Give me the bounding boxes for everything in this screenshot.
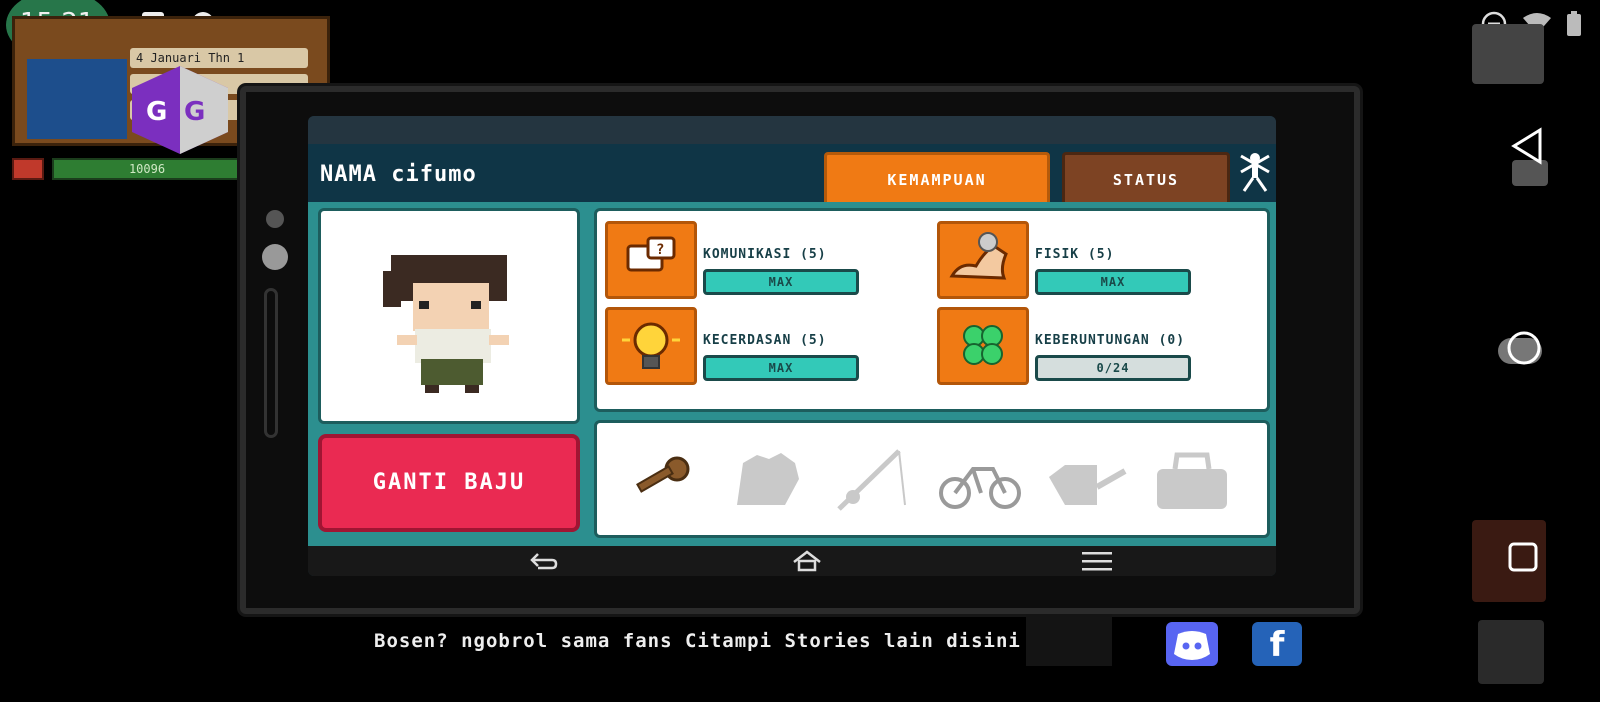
- glove-icon[interactable]: [723, 443, 813, 519]
- speech-bubble-icon: ?: [605, 221, 697, 299]
- skill-progress-bar: MAX: [703, 355, 859, 381]
- player-name: NAMA cifumo: [320, 162, 477, 187]
- items-panel: [594, 420, 1270, 538]
- skill-fisik: FISIK (5) MAX: [937, 221, 1257, 301]
- energy-icon: [12, 158, 44, 180]
- skill-progress-bar: 0/24: [1035, 355, 1191, 381]
- skill-label: KOMUNIKASI (5): [703, 247, 827, 262]
- skills-content: GANTI BAJU ? KOMUNIKASI (5) MAX FISIK (5…: [308, 202, 1276, 546]
- facebook-icon[interactable]: f: [1252, 622, 1302, 666]
- nav-home-icon[interactable]: [1504, 328, 1544, 368]
- svg-text:G: G: [184, 97, 205, 127]
- character-tablet: NAMA cifumo KEMAMPUAN STATUS GANTI BAJU …: [240, 86, 1360, 614]
- background-phone-icon: [1478, 620, 1544, 684]
- footer-background-box: [1026, 614, 1112, 666]
- tab-status[interactable]: STATUS: [1062, 152, 1230, 202]
- screen-top-bar: [308, 116, 1276, 144]
- svg-text:?: ?: [656, 242, 664, 258]
- tab-kemampuan[interactable]: KEMAMPUAN: [824, 152, 1050, 202]
- body-figure-icon[interactable]: [1238, 152, 1272, 192]
- flexed-arm-icon: [937, 221, 1029, 299]
- community-invite-text: Bosen? ngobrol sama fans Citampi Stories…: [374, 630, 1021, 652]
- tablet-nav-bar: [308, 546, 1276, 576]
- character-header: NAMA cifumo KEMAMPUAN STATUS: [308, 144, 1276, 202]
- nav-back-icon[interactable]: [1508, 126, 1548, 166]
- skill-progress-bar: MAX: [1035, 269, 1191, 295]
- skills-panel: ? KOMUNIKASI (5) MAX FISIK (5) MAX KECER…: [594, 208, 1270, 412]
- skill-komunikasi: ? KOMUNIKASI (5) MAX: [605, 221, 925, 301]
- key-icon[interactable]: [617, 443, 707, 519]
- game-guardian-logo-icon[interactable]: G G: [132, 66, 228, 154]
- change-clothes-button[interactable]: GANTI BAJU: [318, 434, 580, 532]
- skill-progress-bar: MAX: [703, 269, 859, 295]
- bag-icon[interactable]: [1147, 443, 1237, 519]
- skill-label: FISIK (5): [1035, 247, 1115, 262]
- tablet-side-slot: [264, 288, 278, 438]
- svg-text:G: G: [146, 97, 167, 127]
- bicycle-icon[interactable]: [935, 443, 1025, 519]
- skill-label: KEBERUNTUNGAN (0): [1035, 333, 1186, 348]
- character-sprite-icon: [383, 255, 509, 393]
- character-portrait: [318, 208, 580, 424]
- background-shop-tile: [1472, 24, 1544, 84]
- watering-can-icon[interactable]: [1041, 443, 1131, 519]
- tablet-back-icon[interactable]: [526, 550, 560, 572]
- fishing-rod-icon[interactable]: [829, 443, 919, 519]
- light-bulb-icon: [605, 307, 697, 385]
- battery-icon: [1566, 11, 1582, 41]
- skill-label: KECERDASAN (5): [703, 333, 827, 348]
- skill-keberuntungan: KEBERUNTUNGAN (0) 0/24: [937, 307, 1257, 387]
- tablet-menu-icon[interactable]: [1080, 550, 1114, 572]
- tablet-home-icon[interactable]: [790, 550, 824, 572]
- clover-icon: [937, 307, 1029, 385]
- nav-recent-apps-icon[interactable]: [1506, 540, 1540, 574]
- background-window: [27, 59, 127, 139]
- tablet-camera: [266, 210, 284, 228]
- energy-bar: 10096: [52, 158, 242, 180]
- discord-icon[interactable]: [1166, 622, 1218, 666]
- skill-kecerdasan: KECERDASAN (5) MAX: [605, 307, 925, 387]
- background-date: 4 Januari Thn 1: [130, 48, 308, 68]
- tablet-screen: NAMA cifumo KEMAMPUAN STATUS GANTI BAJU …: [308, 116, 1276, 576]
- tablet-sensor: [262, 244, 288, 270]
